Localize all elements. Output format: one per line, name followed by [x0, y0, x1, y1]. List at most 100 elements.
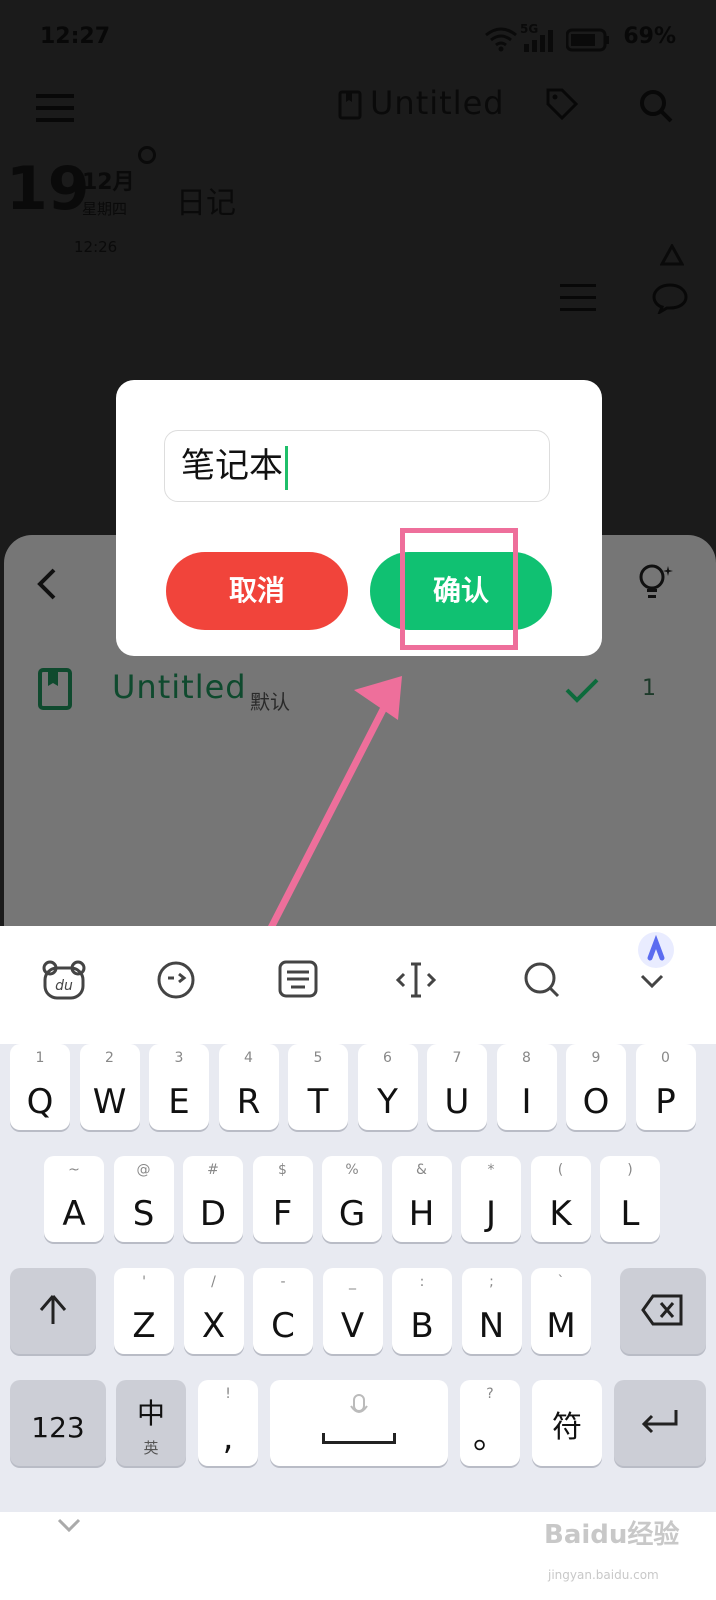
watermark-text: Baidu经验	[544, 1520, 680, 1550]
hide-keyboard-icon[interactable]	[56, 1516, 82, 1538]
svg-text:du: du	[55, 978, 73, 994]
key-a-label: A	[62, 1194, 86, 1234]
key-c-label: C	[271, 1306, 295, 1346]
key-k[interactable]: (K	[530, 1156, 591, 1242]
key-f-hint: $	[278, 1162, 287, 1178]
language-main: 中	[136, 1397, 165, 1430]
key-q-label: Q	[26, 1082, 54, 1122]
key-h[interactable]: & H	[391, 1156, 452, 1242]
emoji-icon[interactable]	[148, 960, 204, 1016]
key-c[interactable]: -C	[253, 1268, 313, 1354]
key-i-label: I	[521, 1082, 532, 1122]
numeric-key-label: 123	[31, 1411, 85, 1444]
key-n-label: N	[478, 1306, 505, 1346]
key-x-label: X	[201, 1306, 226, 1346]
key-z[interactable]: ' Z	[114, 1268, 174, 1354]
key-g-label: G	[338, 1194, 366, 1234]
key-k-hint: (	[557, 1162, 564, 1178]
key-i[interactable]: 8I	[496, 1044, 557, 1130]
key-j-label: J	[485, 1194, 497, 1234]
key-n-hint: ;	[489, 1274, 494, 1290]
key-r-hint: 4	[244, 1050, 253, 1066]
key-n[interactable]: ; N	[461, 1268, 522, 1354]
key-s[interactable]: @ S	[113, 1156, 174, 1242]
key-g[interactable]: % G	[322, 1156, 382, 1242]
space-key[interactable]	[270, 1380, 448, 1466]
key-b-label: B	[410, 1306, 434, 1346]
key-u-hint: 7	[452, 1050, 462, 1066]
key-b-hint: :	[419, 1274, 425, 1290]
key-x[interactable]: / X	[183, 1268, 244, 1354]
key-d[interactable]: # D	[183, 1156, 243, 1242]
key-m-label: M	[546, 1306, 576, 1346]
key-x-hint: /	[211, 1274, 216, 1290]
language-switch-key[interactable]: 中英	[116, 1380, 186, 1466]
key-a-hint: ~	[68, 1162, 80, 1178]
key-m-hint: `	[557, 1274, 565, 1290]
keyboard-toolbar	[0, 926, 716, 1044]
watermark-sub: jingyan.baidu.com	[548, 1568, 659, 1582]
comma-key-hint: !	[225, 1386, 231, 1402]
key-l-label: L	[620, 1194, 640, 1234]
enter-icon	[641, 1410, 678, 1434]
key-a[interactable]: ~ A	[44, 1156, 104, 1242]
key-c-hint: -	[280, 1274, 286, 1290]
backspace-key[interactable]	[620, 1268, 706, 1354]
key-v[interactable]: _ V	[322, 1268, 383, 1354]
space-bar-mark	[322, 1433, 396, 1444]
period-key-hint: ?	[486, 1386, 494, 1402]
enter-key[interactable]	[614, 1380, 706, 1466]
keyboard-search-icon[interactable]	[514, 960, 570, 1016]
key-t[interactable]: 5T	[288, 1044, 348, 1130]
language-sub: 英	[143, 1439, 159, 1457]
key-g-hint: %	[345, 1162, 359, 1178]
mic-icon	[350, 1394, 368, 1413]
key-e[interactable]: 3E	[149, 1044, 209, 1130]
key-l-hint: )	[627, 1162, 633, 1178]
key-r[interactable]: 4R	[218, 1044, 279, 1130]
key-j-hint: *	[487, 1162, 495, 1178]
period-key-label: 。	[473, 1417, 507, 1457]
cursor-move-icon[interactable]	[388, 960, 444, 1016]
key-z-hint: '	[142, 1274, 146, 1290]
key-p[interactable]: 0P	[635, 1044, 696, 1130]
key-l[interactable]: ) L	[600, 1156, 660, 1242]
key-e-hint: 3	[174, 1050, 184, 1066]
key-y-label: Y	[377, 1082, 398, 1122]
key-j[interactable]: * J	[461, 1156, 521, 1242]
key-u-label: U	[444, 1082, 470, 1122]
key-h-hint: &	[416, 1162, 427, 1178]
key-m[interactable]: ` M	[531, 1268, 591, 1354]
key-d-label: D	[199, 1194, 227, 1234]
key-w[interactable]: 2W	[79, 1044, 140, 1130]
key-w-label: W	[92, 1082, 127, 1122]
key-v-label: V	[340, 1306, 365, 1346]
numeric-key[interactable]: 123	[10, 1380, 106, 1466]
key-w-hint: 2	[105, 1050, 114, 1066]
key-s-hint: @	[136, 1162, 151, 1178]
key-b[interactable]: :B	[392, 1268, 452, 1354]
key-h-label: H	[408, 1194, 435, 1234]
symbol-key-label: 符	[552, 1410, 582, 1445]
shift-icon	[39, 1295, 67, 1324]
shift-key[interactable]	[10, 1268, 96, 1354]
symbol-key[interactable]: 符	[532, 1380, 602, 1466]
key-f[interactable]: $ F	[252, 1156, 313, 1242]
key-y[interactable]: 6Y	[357, 1044, 418, 1130]
du-bear-icon[interactable]: du	[36, 960, 92, 1016]
key-q[interactable]: 1Q	[10, 1044, 70, 1130]
keyboard: 1 Q 2 W 3 E 4 R 5 T 6 Y 7 U 8 I 9 O 0 P ~ A @ S # D $ F% G & H * J(K) L ' Z…	[0, 1044, 716, 1512]
key-t-label: T	[307, 1082, 329, 1122]
key-i-hint: 8	[522, 1050, 531, 1066]
key-s-label: S	[132, 1194, 155, 1234]
keyboard-layout-icon[interactable]	[270, 960, 326, 1016]
comma-key[interactable]: !,	[198, 1380, 258, 1466]
key-k-label: K	[549, 1194, 572, 1234]
key-o[interactable]: 9O	[566, 1044, 626, 1130]
key-q-hint: 1	[35, 1050, 45, 1066]
key-y-hint: 6	[383, 1050, 392, 1066]
collapse-toolbar-icon[interactable]	[624, 960, 680, 1016]
key-u[interactable]: 7U	[427, 1044, 487, 1130]
period-key[interactable]: ?。	[460, 1380, 520, 1466]
key-p-hint: 0	[661, 1050, 670, 1066]
